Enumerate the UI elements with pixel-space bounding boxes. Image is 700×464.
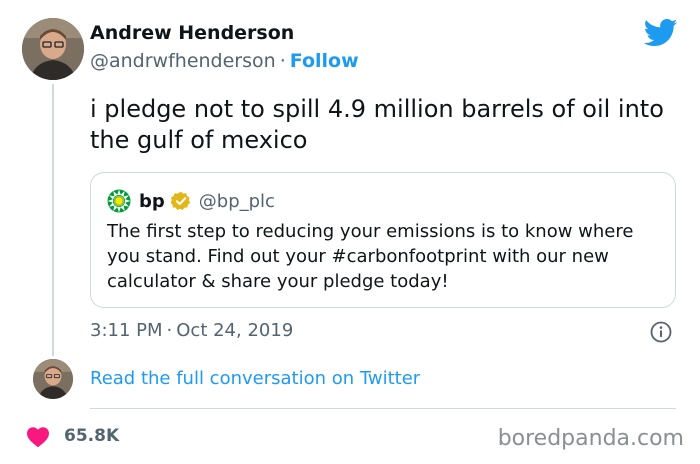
quoted-author-handle: @bp_plc [198, 190, 275, 212]
author-handle[interactable]: @andrwfhenderson [90, 50, 276, 72]
watermark: boredpanda.com [497, 426, 684, 451]
reader-avatar [33, 359, 73, 399]
verified-badge-icon [170, 191, 190, 210]
quoted-tweet-header: bp @bp_plc [107, 189, 275, 213]
follow-button[interactable]: Follow [290, 50, 359, 72]
author-handle-line: @andrwfhenderson · Follow [90, 50, 359, 72]
divider [90, 408, 676, 409]
author-avatar[interactable] [22, 18, 84, 80]
quoted-author-name: bp [139, 190, 165, 212]
twitter-bird-icon[interactable] [644, 18, 678, 48]
tweet-text: i pledge not to spill 4.9 million barrel… [90, 95, 664, 154]
like-count[interactable]: 65.8K [64, 426, 119, 446]
quoted-tweet-text: The first step to reducing your emission… [107, 221, 634, 292]
author-name[interactable]: Andrew Henderson [90, 22, 294, 44]
read-conversation-link[interactable]: Read the full conversation on Twitter [90, 368, 420, 389]
tweet-time: 3:11 PM [90, 320, 163, 341]
separator-dot: · [279, 50, 286, 72]
tweet-embed: Andrew Henderson @andrwfhenderson · Follow… [0, 0, 700, 464]
heart-icon[interactable] [26, 426, 50, 448]
separator-dot: · [166, 320, 173, 341]
tweet-timestamp[interactable]: 3:11 PM · Oct 24, 2019 [90, 320, 293, 341]
tweet-date: Oct 24, 2019 [176, 320, 294, 341]
quoted-tweet-card[interactable]: bp @bp_plc The first step to reducing yo… [90, 172, 676, 308]
thread-line [52, 84, 54, 356]
info-icon[interactable] [650, 321, 672, 343]
bp-logo [107, 189, 131, 213]
